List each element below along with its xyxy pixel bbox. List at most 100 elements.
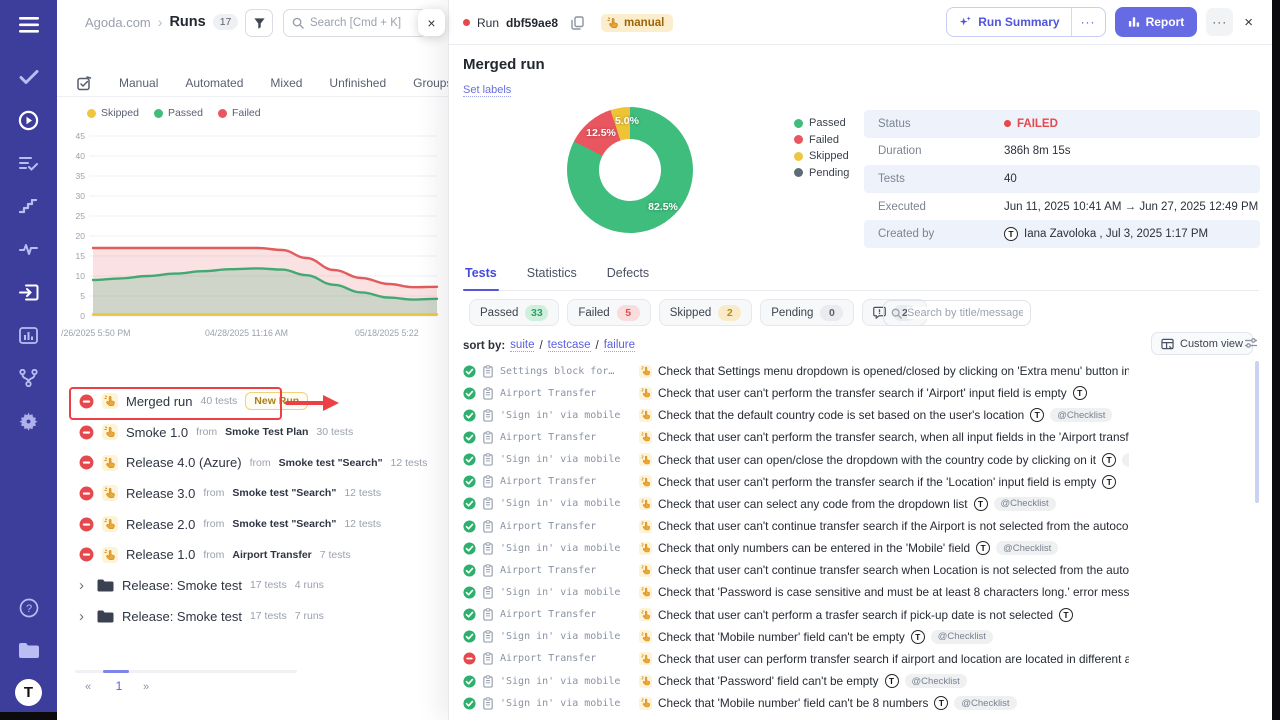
run-list-item[interactable]: Merged run from 40 tests New Run	[57, 386, 448, 417]
test-title: Check that user can't continue transfer …	[658, 563, 1129, 577]
more-actions-button[interactable]: ···	[1206, 8, 1233, 36]
run-list-item[interactable]: Release 4.0 (Azure) from Smoke test "Sea…	[57, 447, 448, 478]
help-icon[interactable]: ?	[16, 595, 42, 621]
versions-icon[interactable]	[16, 365, 42, 391]
tab-automated[interactable]: Automated	[185, 76, 243, 90]
runs-horizontal-scrollbar[interactable]	[75, 670, 297, 673]
test-row[interactable]: Airport Transfer Check that user can't p…	[463, 604, 1129, 626]
sort-by-suite[interactable]: suite	[510, 339, 534, 352]
run-folder-item[interactable]: › Release: Smoke test 17 tests 4 runs	[57, 570, 448, 601]
assignee-avatar: T	[1059, 608, 1073, 622]
tab-mixed[interactable]: Mixed	[270, 76, 302, 90]
tab-manual[interactable]: Manual	[119, 76, 158, 90]
test-passed-icon	[463, 542, 476, 555]
assignee-avatar: T	[911, 630, 925, 644]
set-labels-link[interactable]: Set labels	[463, 84, 511, 97]
settings-gear-icon[interactable]	[16, 408, 42, 434]
scrollbar-thumb[interactable]	[103, 670, 129, 673]
run-failed-status-icon	[79, 455, 94, 470]
runs-list-panel: Agoda.com › Runs 17 Manual Automated Mix…	[57, 0, 448, 720]
run-list-item[interactable]: Release 2.0 from Smoke test "Search" 12 …	[57, 509, 448, 540]
import-icon[interactable]	[16, 279, 42, 305]
test-passed-icon	[463, 697, 476, 710]
manual-tag-chip[interactable]: manual	[601, 14, 673, 32]
activity-icon[interactable]	[16, 236, 42, 262]
sort-by-failure[interactable]: failure	[604, 339, 635, 352]
screen-edge-corner	[0, 712, 57, 720]
test-row[interactable]: Settings block for… Check that Settings …	[463, 360, 1129, 382]
svg-text:30: 30	[76, 191, 86, 201]
detail-row-duration: Duration 386h 8m 15s	[864, 138, 1260, 166]
milestones-icon[interactable]	[16, 193, 42, 219]
manual-test-icon	[639, 497, 652, 510]
manual-test-icon	[639, 453, 652, 466]
pagination-page-1[interactable]: 1	[111, 679, 127, 693]
shared-steps-icon[interactable]	[16, 150, 42, 176]
tests-scrollbar-thumb[interactable]	[1255, 361, 1259, 503]
chevron-right-icon[interactable]: ›	[79, 577, 89, 594]
runs-icon[interactable]	[16, 107, 42, 133]
test-suite: Airport Transfer	[500, 521, 633, 532]
test-row[interactable]: Airport Transfer Check that user can't p…	[463, 471, 1129, 493]
tests-search-input[interactable]	[907, 307, 1023, 319]
folder-tests-count: 17 tests	[250, 579, 287, 591]
projects-folder-icon[interactable]	[16, 637, 42, 663]
pagination-next[interactable]: »	[143, 681, 149, 693]
run-folder-item[interactable]: › Release: Smoke test 17 tests 7 runs	[57, 601, 448, 632]
filter-chip-pending[interactable]: Pending0	[760, 299, 854, 326]
test-row[interactable]: Airport Transfer Check that user can't p…	[463, 382, 1129, 404]
test-row[interactable]: 'Sign in' via mobile Check that 'Passwor…	[463, 581, 1129, 603]
test-row[interactable]: 'Sign in' via mobile Check that the defa…	[463, 404, 1129, 426]
test-row[interactable]: Airport Transfer Check that user can't c…	[463, 559, 1129, 581]
test-row[interactable]: 'Sign in' via mobile Check that 'Passwor…	[463, 670, 1129, 692]
runs-search-input[interactable]	[310, 17, 418, 29]
panel-close-button[interactable]: ×	[418, 9, 445, 36]
report-button[interactable]: Report	[1115, 7, 1198, 37]
runs-search[interactable]	[283, 9, 427, 37]
manual-test-icon	[639, 365, 652, 378]
test-row[interactable]: 'Sign in' via mobile Check that only num…	[463, 537, 1129, 559]
chevron-right-icon[interactable]: ›	[79, 608, 89, 625]
test-title: Check that user can perform transfer sea…	[658, 652, 1129, 666]
filter-chip-passed[interactable]: Passed33	[469, 299, 559, 326]
run-summary-button[interactable]: Run Summary	[947, 15, 1070, 29]
copy-icon[interactable]	[571, 16, 584, 30]
filter-chip-failed[interactable]: Failed5	[567, 299, 650, 326]
test-cases-icon[interactable]	[16, 64, 42, 90]
test-row[interactable]: 'Sign in' via mobile Check that user can…	[463, 449, 1129, 471]
run-summary-more-button[interactable]: ···	[1071, 8, 1105, 36]
pagination-prev[interactable]: «	[85, 681, 91, 693]
test-row[interactable]: 'Sign in' via mobile Check that 'Mobile …	[463, 626, 1129, 648]
run-plan-name: Smoke test "Search"	[232, 518, 336, 530]
menu-icon[interactable]	[16, 12, 42, 38]
test-row[interactable]: Airport Transfer Check that user can't p…	[463, 426, 1129, 448]
reports-icon[interactable]	[16, 322, 42, 348]
custom-view-button[interactable]: Custom view	[1151, 332, 1253, 355]
test-row[interactable]: Airport Transfer Check that user can't c…	[463, 515, 1129, 537]
filter-button[interactable]	[245, 9, 273, 37]
tab-unfinished[interactable]: Unfinished	[329, 76, 386, 90]
tab-statistics[interactable]: Statistics	[525, 262, 579, 290]
close-run-button[interactable]: ×	[1242, 14, 1255, 31]
filter-chip-skipped[interactable]: Skipped2	[659, 299, 753, 326]
tab-tests[interactable]: Tests	[463, 262, 499, 290]
run-list-item[interactable]: Smoke 1.0 from Smoke Test Plan 30 tests	[57, 417, 448, 448]
test-row[interactable]: 'Sign in' via mobile Check that 'Mobile …	[463, 692, 1129, 714]
user-avatar[interactable]: T	[15, 679, 42, 706]
test-suite: 'Sign in' via mobile	[500, 454, 633, 465]
run-list-item[interactable]: Release 3.0 from Smoke test "Search" 12 …	[57, 478, 448, 509]
tab-groups[interactable]: Groups	[413, 76, 448, 90]
breadcrumb-project[interactable]: Agoda.com	[85, 15, 151, 30]
tab-defects[interactable]: Defects	[605, 262, 651, 290]
test-row[interactable]: 'Sign in' via mobile Check that user can…	[463, 493, 1129, 515]
tests-search[interactable]	[883, 300, 1031, 326]
test-row[interactable]: Airport Transfer Check that user can per…	[463, 648, 1129, 670]
run-list-item[interactable]: Release 1.0 from Airport Transfer 7 test…	[57, 539, 448, 570]
testcase-clipboard-icon	[482, 453, 494, 466]
test-title: Check that 'Password is case sensitive a…	[658, 585, 1129, 599]
select-runs-icon[interactable]	[77, 76, 92, 91]
test-tag: @Checklist	[994, 497, 1056, 511]
view-settings-sliders-icon[interactable]	[1244, 337, 1258, 349]
failed-dot-icon	[218, 109, 227, 118]
sort-by-testcase[interactable]: testcase	[548, 339, 591, 352]
